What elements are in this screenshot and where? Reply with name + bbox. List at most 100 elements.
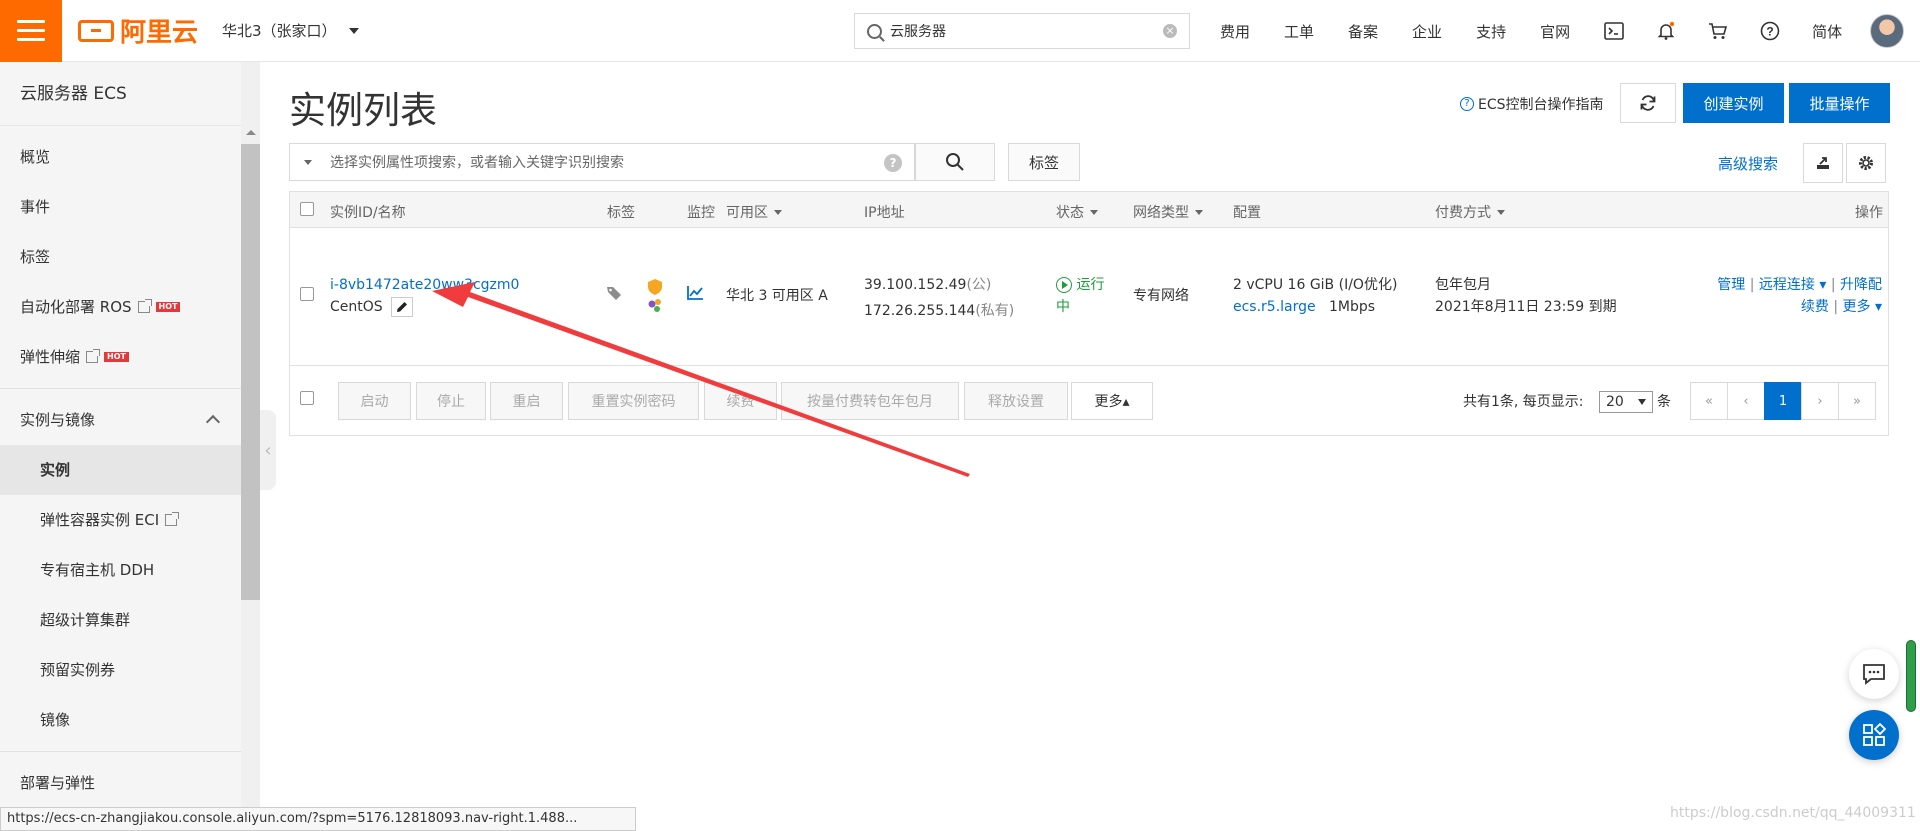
page-1-button[interactable]: 1	[1764, 382, 1802, 420]
question-icon: ?	[1460, 97, 1474, 111]
monitor-chart-icon[interactable]	[686, 285, 704, 308]
app-center-button[interactable]	[1849, 710, 1899, 760]
guide-link-label: ECS控制台操作指南	[1478, 97, 1604, 113]
sidebar-item-autoscaling[interactable]: 弹性伸缩 HOT	[0, 332, 260, 382]
nav-icp[interactable]: 备案	[1348, 21, 1378, 42]
nav-official-site[interactable]: 官网	[1540, 21, 1570, 42]
sidebar-item-label: 超级计算集群	[40, 611, 131, 629]
sidebar-item-images[interactable]: 镜像	[0, 695, 260, 745]
col-zone[interactable]: 可用区	[726, 202, 782, 222]
external-link-icon	[137, 299, 152, 313]
page-scrollbar[interactable]	[1906, 640, 1916, 712]
nav-support[interactable]: 支持	[1476, 21, 1506, 42]
bulk-reset-password-button[interactable]: 重置实例密码	[568, 382, 699, 420]
region-selector[interactable]: 华北3（张家口）	[222, 20, 359, 41]
col-zone-label: 可用区	[726, 205, 768, 221]
col-monitor: 监控	[687, 205, 715, 221]
billing-cell: 包年包月 2021年8月11日 23:59 到期	[1435, 274, 1617, 318]
instance-type-link[interactable]: ecs.r5.large	[1233, 299, 1316, 315]
export-button[interactable]	[1803, 143, 1843, 183]
sidebar-item-scc[interactable]: 超级计算集群	[0, 595, 260, 645]
advanced-search-link[interactable]: 高级搜索	[1718, 153, 1778, 174]
sidebar-scrollbar[interactable]	[241, 62, 260, 831]
col-billing[interactable]: 付费方式	[1435, 202, 1505, 222]
nav-billing[interactable]: 费用	[1220, 21, 1250, 42]
bulk-convert-billing-button[interactable]: 按量付费转包年包月	[781, 382, 959, 420]
sidebar-item-ddh[interactable]: 专有宿主机 DDH	[0, 545, 260, 595]
clear-icon[interactable]: ×	[1163, 24, 1177, 38]
bell-icon[interactable]	[1656, 21, 1676, 41]
instance-filter-input[interactable]: 选择实例属性项搜索，或者输入关键字识别搜索 ?	[289, 143, 915, 181]
upgrade-link[interactable]: 升降配	[1840, 277, 1882, 293]
sidebar-item-instances[interactable]: 实例	[0, 445, 260, 495]
sidebar-item-label: 实例	[40, 461, 71, 479]
footer-checkbox[interactable]	[300, 390, 314, 412]
language-switch[interactable]: 简体	[1812, 21, 1842, 42]
sidebar-group-deploy[interactable]: 部署与弹性	[0, 758, 260, 808]
help-icon[interactable]: ?	[884, 154, 902, 172]
search-icon	[867, 23, 882, 39]
settings-button[interactable]	[1846, 143, 1886, 183]
prev-page-button[interactable]: ‹	[1727, 382, 1765, 420]
help-icon[interactable]: ?	[1760, 21, 1780, 41]
col-network[interactable]: 网络类型	[1133, 202, 1203, 222]
chevron-down-icon	[304, 160, 312, 165]
menu-icon[interactable]	[0, 0, 62, 62]
checkbox[interactable]	[300, 202, 314, 216]
first-page-button[interactable]: «	[1690, 382, 1728, 420]
bulk-restart-button[interactable]: 重启	[490, 382, 563, 420]
bulk-stop-button[interactable]: 停止	[416, 382, 486, 420]
sidebar-item-label: 标签	[20, 248, 51, 266]
next-page-button[interactable]: ›	[1801, 382, 1839, 420]
bulk-renew-button[interactable]: 续费	[704, 382, 777, 420]
sidebar-item-events[interactable]: 事件	[0, 182, 260, 232]
last-page-button[interactable]: »	[1838, 382, 1876, 420]
avatar[interactable]	[1870, 14, 1904, 48]
console-guide-link[interactable]: ? ECS控制台操作指南	[1460, 94, 1604, 114]
network-value: 专有网络	[1133, 288, 1189, 304]
aliyun-logo[interactable]: 阿里云	[78, 12, 198, 49]
more-actions-link[interactable]: 更多	[1843, 299, 1871, 315]
sidebar-item-eci[interactable]: 弹性容器实例 ECI	[0, 495, 260, 545]
checkbox[interactable]	[300, 391, 314, 405]
renew-link[interactable]: 续费	[1801, 299, 1829, 315]
tag-icon[interactable]	[606, 285, 624, 308]
bulk-release-settings-button[interactable]: 释放设置	[964, 382, 1068, 420]
col-status[interactable]: 状态	[1056, 202, 1098, 222]
sidebar-item-ros[interactable]: 自动化部署 ROS HOT	[0, 282, 260, 332]
chat-button[interactable]	[1849, 649, 1899, 699]
instance-table: 实例ID/名称 标签 监控 可用区 IP地址 状态 网络类型 配置 付费方式 操…	[289, 191, 1889, 436]
row-checkbox[interactable]	[300, 286, 314, 308]
nav-ticket[interactable]: 工单	[1284, 21, 1314, 42]
manage-link[interactable]: 管理	[1717, 277, 1745, 293]
sidebar-item-tags[interactable]: 标签	[0, 232, 260, 282]
scrollbar-thumb[interactable]	[241, 144, 260, 600]
global-search-input[interactable]: 云服务器 ×	[854, 13, 1190, 49]
sidebar-item-overview[interactable]: 概览	[0, 132, 260, 182]
scroll-up-icon[interactable]	[246, 130, 256, 135]
security-shield-icon[interactable]	[646, 278, 664, 321]
page-size-select[interactable]: 20	[1599, 391, 1653, 413]
cart-icon[interactable]	[1708, 21, 1728, 41]
search-button[interactable]	[915, 143, 995, 181]
bulk-start-button[interactable]: 启动	[338, 382, 411, 420]
batch-operation-button[interactable]: 批量操作	[1789, 83, 1890, 123]
edit-name-button[interactable]	[390, 297, 413, 317]
chevron-down-icon	[1090, 209, 1098, 215]
tag-filter-button[interactable]: 标签	[1008, 143, 1080, 181]
refresh-button[interactable]	[1620, 83, 1676, 123]
create-instance-button[interactable]: 创建实例	[1683, 83, 1784, 123]
sidebar-group-instances-images[interactable]: 实例与镜像	[0, 395, 260, 445]
terminal-icon[interactable]	[1604, 21, 1624, 41]
bulk-more-button[interactable]: 更多▴	[1071, 382, 1153, 420]
sidebar-collapse-handle[interactable]: ‹	[260, 410, 276, 490]
checkbox[interactable]	[300, 287, 314, 301]
private-ip: 172.26.255.144	[864, 303, 976, 319]
nav-enterprise[interactable]: 企业	[1412, 21, 1442, 42]
remote-connect-link[interactable]: 远程连接	[1759, 277, 1815, 293]
hot-badge: HOT	[155, 302, 181, 312]
select-all-checkbox[interactable]	[300, 202, 314, 216]
sidebar-item-reserved[interactable]: 预留实例券	[0, 645, 260, 695]
instance-id-link[interactable]: i-8vb1472ate20ww3cgzm0	[330, 274, 519, 296]
logo-text: 阿里云	[120, 18, 199, 48]
